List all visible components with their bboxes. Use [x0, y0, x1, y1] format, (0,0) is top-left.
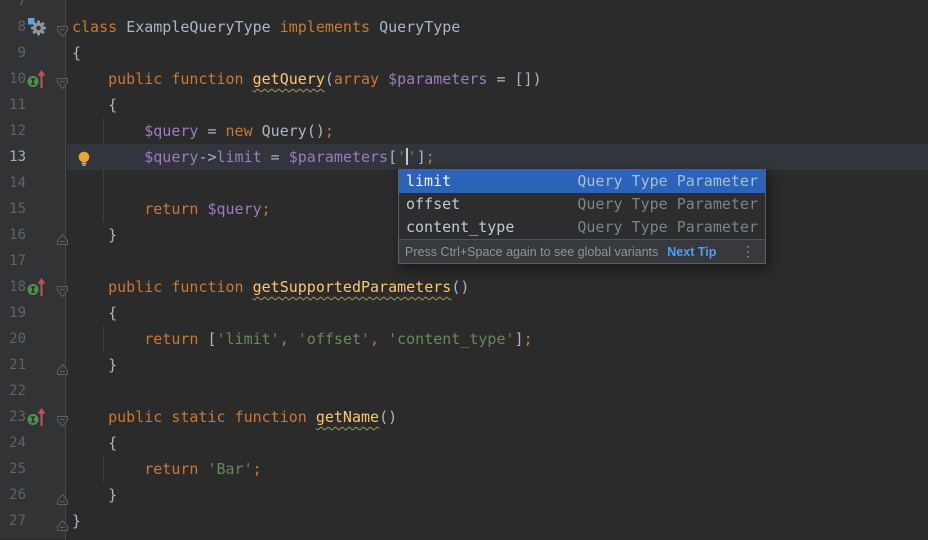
completion-item[interactable]: content_type Query Type Parameter	[399, 216, 765, 239]
fold-start-marker[interactable]	[56, 20, 69, 33]
completion-item[interactable]: limit Query Type Parameter	[399, 170, 765, 193]
line-number: 21	[0, 352, 26, 378]
fold-end-marker[interactable]	[56, 228, 69, 241]
code-line[interactable]: 22	[0, 378, 928, 404]
line-number: 10	[0, 66, 26, 92]
completion-item-type: Query Type Parameter	[577, 170, 758, 193]
completion-item-label: limit	[406, 170, 451, 193]
fold-start-marker[interactable]	[56, 280, 69, 293]
completion-hint-text: Press Ctrl+Space again to see global var…	[405, 245, 658, 259]
fold-start-marker[interactable]	[56, 72, 69, 85]
completion-item[interactable]: offset Query Type Parameter	[399, 193, 765, 216]
code-line[interactable]: 23 public static function getName()	[0, 404, 928, 430]
implements-method-icon[interactable]	[26, 277, 50, 297]
code-line[interactable]: 27}	[0, 508, 928, 534]
code-text: return 'Bar';	[72, 456, 262, 482]
plugin-gear-icon[interactable]	[26, 17, 50, 37]
code-line[interactable]: 26 }	[0, 482, 928, 508]
code-line[interactable]: 24 {	[0, 430, 928, 456]
line-number: 14	[0, 170, 26, 196]
code-text: {	[72, 300, 117, 326]
line-number: 9	[0, 40, 26, 66]
completion-popup: limit Query Type Parameter offset Query Typ…	[398, 169, 766, 264]
code-text: return ['limit', 'offset', 'content_type…	[72, 326, 533, 352]
code-text: class ExampleQueryType implements QueryT…	[72, 14, 460, 40]
code-line[interactable]: 7	[0, 0, 928, 14]
code-line[interactable]: 21 }	[0, 352, 928, 378]
line-number: 20	[0, 326, 26, 352]
code-text: return $query;	[72, 196, 271, 222]
kebab-menu-icon[interactable]: ⋮	[737, 240, 759, 263]
line-number: 15	[0, 196, 26, 222]
next-tip-link[interactable]: Next Tip	[667, 245, 716, 259]
code-editor: 78 class ExampleQueryType implements Quer…	[0, 0, 928, 539]
code-line[interactable]: 8 class ExampleQueryType implements Query…	[0, 14, 928, 40]
fold-end-marker[interactable]	[56, 514, 69, 527]
implements-method-icon[interactable]	[26, 69, 50, 89]
code-line[interactable]: 11 {	[0, 92, 928, 118]
code-text: }	[72, 482, 117, 508]
completion-item-type: Query Type Parameter	[577, 193, 758, 216]
code-line[interactable]: 25 return 'Bar';	[0, 456, 928, 482]
code-line[interactable]: 10 public function getQuery(array $param…	[0, 66, 928, 92]
line-number: 11	[0, 92, 26, 118]
code-text: public function getQuery(array $paramete…	[72, 66, 542, 92]
line-number: 27	[0, 508, 26, 534]
line-number: 25	[0, 456, 26, 482]
code-line[interactable]: 12 $query = new Query();	[0, 118, 928, 144]
completion-item-label: offset	[406, 193, 460, 216]
implements-method-icon[interactable]	[26, 407, 50, 427]
completion-item-type: Query Type Parameter	[577, 216, 758, 239]
code-text: {	[72, 40, 81, 66]
line-number: 22	[0, 378, 26, 404]
code-line[interactable]: 20 return ['limit', 'offset', 'content_t…	[0, 326, 928, 352]
line-number: 16	[0, 222, 26, 248]
line-number: 24	[0, 430, 26, 456]
line-number: 13	[0, 144, 26, 170]
code-text: {	[72, 430, 117, 456]
line-number: 18	[0, 274, 26, 300]
line-number: 19	[0, 300, 26, 326]
completion-popup-footer: Press Ctrl+Space again to see global var…	[399, 239, 765, 263]
line-number: 12	[0, 118, 26, 144]
fold-start-marker[interactable]	[56, 410, 69, 423]
code-line[interactable]: 19 {	[0, 300, 928, 326]
code-line[interactable]: 13 $query->limit = $parameters[''];	[0, 144, 928, 170]
fold-end-marker[interactable]	[56, 488, 69, 501]
code-text: public static function getName()	[72, 404, 397, 430]
completion-item-list: limit Query Type Parameter offset Query Typ…	[399, 170, 765, 239]
line-number: 23	[0, 404, 26, 430]
completion-item-label: content_type	[406, 216, 514, 239]
code-text: $query->limit = $parameters[''];	[72, 144, 435, 170]
editor-lines: 78 class ExampleQueryType implements Quer…	[0, 0, 928, 539]
code-text: public function getSupportedParameters()	[72, 274, 469, 300]
line-number: 17	[0, 248, 26, 274]
code-text: $query = new Query();	[72, 118, 334, 144]
code-text: }	[72, 352, 117, 378]
line-number: 7	[0, 0, 26, 14]
code-text: }	[72, 508, 81, 534]
code-line[interactable]: 18 public function getSupportedParameter…	[0, 274, 928, 300]
line-number: 26	[0, 482, 26, 508]
code-text: {	[72, 92, 117, 118]
code-text: }	[72, 222, 117, 248]
fold-end-marker[interactable]	[56, 358, 69, 371]
code-line[interactable]: 9{	[0, 40, 928, 66]
line-number: 8	[0, 14, 26, 40]
